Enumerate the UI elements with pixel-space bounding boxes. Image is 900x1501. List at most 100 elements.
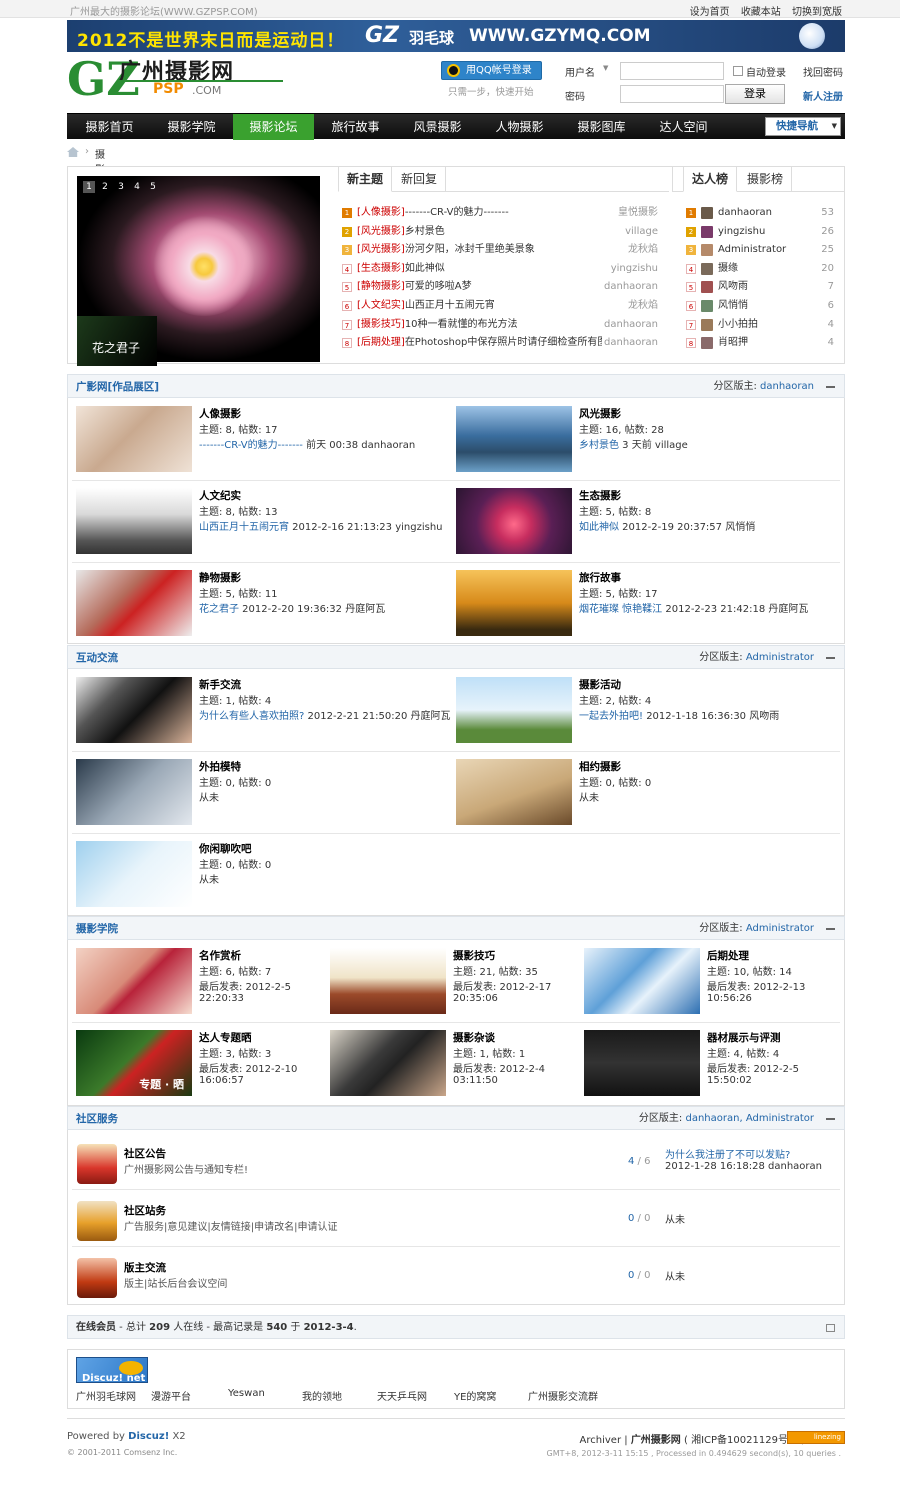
nav-portrait[interactable]: 人物摄影 <box>479 114 560 140</box>
rank-username[interactable]: Administrator <box>718 241 786 259</box>
avatar[interactable] <box>701 299 713 312</box>
thread-author[interactable]: 皇悦摄影 <box>618 204 658 222</box>
home-icon[interactable] <box>67 147 79 157</box>
hot-thread-row[interactable]: 5 [静物摄影]可爱的哆啦A梦 danhaoran <box>340 278 662 297</box>
forum-thumbnail[interactable] <box>584 1030 700 1096</box>
hot-thread-row[interactable]: 8 [后期处理]在Photoshop中保存照片时请仔细检查所有图 danhaoran <box>340 334 662 353</box>
moderator-names[interactable]: danhaoran <box>760 381 814 392</box>
forum-name[interactable]: 版主交流 <box>124 1260 166 1275</box>
last-post-link[interactable]: 烟花璀璨 惊艳鞣江 <box>579 604 662 615</box>
rank-row[interactable]: 6 风悄悄 6 <box>684 297 834 316</box>
rank-username[interactable]: 肖昭押 <box>718 334 748 352</box>
moderator-names[interactable]: Administrator <box>746 923 814 934</box>
nav-forum[interactable]: 摄影论坛 <box>233 114 314 140</box>
thread-title-text[interactable]: 乡村景色 <box>405 226 445 237</box>
thread-category-tag[interactable]: [风光摄影] <box>357 244 405 255</box>
slideshow[interactable]: 12345 花之君子 <box>77 176 320 366</box>
collapse-icon[interactable] <box>826 657 835 659</box>
thread-category-tag[interactable]: [人文纪实] <box>357 300 405 311</box>
thread-author[interactable]: danhaoran <box>604 334 658 352</box>
forum-name[interactable]: 静物摄影 <box>199 570 241 585</box>
rank-username[interactable]: danhaoran <box>718 204 772 222</box>
thread-author[interactable]: danhaoran <box>604 278 658 296</box>
last-post-link[interactable]: 为什么有些人喜欢拍照? <box>199 711 304 722</box>
moderator-names[interactable]: Administrator <box>746 652 814 663</box>
forum-thumbnail[interactable] <box>330 1030 446 1096</box>
slide-page-1[interactable]: 1 <box>83 181 95 193</box>
rank-row[interactable]: 1 danhaoran 53 <box>684 204 834 223</box>
friend-link[interactable]: 广州羽毛球网 <box>76 1388 136 1403</box>
forum-thumbnail[interactable] <box>76 759 192 825</box>
avatar[interactable] <box>701 337 713 350</box>
hot-thread-row[interactable]: 7 [摄影技巧]10种一看就懂的布光方法 danhaoran <box>340 316 662 335</box>
hot-thread-row[interactable]: 1 [人像摄影]-------CR-V的魅力------- 皇悦摄影 <box>340 204 662 223</box>
thread-author[interactable]: danhaoran <box>604 316 658 334</box>
forum-name[interactable]: 相约摄影 <box>579 759 621 774</box>
tab-new-threads[interactable]: 新主题 <box>338 167 393 192</box>
forum-thumbnail[interactable] <box>330 948 446 1014</box>
forum-thumbnail[interactable] <box>456 759 572 825</box>
thread-title[interactable]: [摄影技巧]10种一看就懂的布光方法 <box>357 316 602 334</box>
thread-author[interactable]: yingzishu <box>611 260 658 278</box>
online-label[interactable]: 在线会员 <box>76 1322 116 1333</box>
forum-icon[interactable] <box>77 1258 117 1298</box>
copyright[interactable]: © 2001-2011 Comsenz Inc. <box>67 1448 177 1457</box>
expand-icon[interactable] <box>826 1324 835 1332</box>
rank-row[interactable]: 2 yingzishu 26 <box>684 223 834 242</box>
forum-name[interactable]: 器材展示与评测 <box>707 1030 781 1045</box>
forum-thumbnail[interactable] <box>76 488 192 554</box>
forum-thumbnail[interactable] <box>456 570 572 636</box>
forum-thumbnail[interactable] <box>584 948 700 1014</box>
thread-author[interactable]: 龙秋焰 <box>628 297 658 315</box>
forum-thumbnail[interactable] <box>76 406 192 472</box>
forum-thumbnail[interactable] <box>456 677 572 743</box>
thread-author[interactable]: village <box>625 223 658 241</box>
avatar[interactable] <box>701 281 713 294</box>
friend-link[interactable]: YE的窝窝 <box>454 1388 496 1403</box>
username-input[interactable] <box>620 62 724 80</box>
hot-thread-row[interactable]: 6 [人文纪实]山西正月十五闹元宵 龙秋焰 <box>340 297 662 316</box>
forum-name[interactable]: 后期处理 <box>707 948 749 963</box>
thread-title[interactable]: [后期处理]在Photoshop中保存照片时请仔细检查所有图 <box>357 334 602 352</box>
avatar[interactable] <box>701 244 713 257</box>
discuz-link[interactable]: Discuz! <box>128 1431 169 1442</box>
collapse-icon[interactable] <box>826 1118 835 1120</box>
forum-name[interactable]: 名作赏析 <box>199 948 241 963</box>
password-input[interactable] <box>620 85 724 103</box>
register-link[interactable]: 新人注册 <box>803 88 843 103</box>
thread-category-tag[interactable]: [风光摄影] <box>357 226 405 237</box>
nav-space[interactable]: 达人空间 <box>643 114 724 140</box>
rank-row[interactable]: 3 Administrator 25 <box>684 241 834 260</box>
last-post-link[interactable]: 为什么我注册了不可以发贴? <box>665 1146 790 1161</box>
forum-icon[interactable] <box>77 1201 117 1241</box>
thread-category-tag[interactable]: [人像摄影] <box>357 207 405 218</box>
thread-title-text[interactable]: -------CR-V的魅力------- <box>405 207 509 218</box>
slide-page-2[interactable]: 2 <box>99 181 111 193</box>
section-title[interactable]: 摄影学院 <box>76 917 118 941</box>
forum-thumbnail[interactable]: 专题 · 晒 <box>76 1030 192 1096</box>
avatar[interactable] <box>701 318 713 331</box>
rank-row[interactable]: 7 小小拍拍 4 <box>684 316 834 335</box>
forum-thumbnail[interactable] <box>456 406 572 472</box>
last-post-link[interactable]: 一起去外拍吧! <box>579 711 643 722</box>
hot-thread-row[interactable]: 3 [风光摄影]汾河夕阳，冰封千里绝美景象 龙秋焰 <box>340 241 662 260</box>
nav-travel[interactable]: 旅行故事 <box>315 114 396 140</box>
friend-link[interactable]: Yeswan <box>228 1388 265 1399</box>
linezing-badge[interactable]: linezing <box>787 1431 845 1444</box>
nav-gallery[interactable]: 摄影图库 <box>561 114 642 140</box>
rank-username[interactable]: 风吻雨 <box>718 278 748 296</box>
rank-row[interactable]: 5 风吻雨 7 <box>684 278 834 297</box>
last-post-link[interactable]: -------CR-V的魅力------- <box>199 440 303 451</box>
rank-username[interactable]: 摄缘 <box>718 260 738 278</box>
tab-photo-rank[interactable]: 摄影榜 <box>739 167 793 192</box>
forum-name[interactable]: 人像摄影 <box>199 406 241 421</box>
forum-name[interactable]: 达人专题晒 <box>199 1030 252 1045</box>
section-title[interactable]: 互动交流 <box>76 646 118 670</box>
forum-thumbnail[interactable] <box>76 841 192 907</box>
section-title[interactable]: 广影网[作品展区] <box>76 375 159 399</box>
thread-title-text[interactable]: 山西正月十五闹元宵 <box>405 300 495 311</box>
rank-row[interactable]: 8 肖昭押 4 <box>684 334 834 353</box>
friend-link[interactable]: 漫游平台 <box>151 1388 191 1403</box>
thread-title[interactable]: [风光摄影]乡村景色 <box>357 223 602 241</box>
nav-landscape[interactable]: 风景摄影 <box>397 114 478 140</box>
